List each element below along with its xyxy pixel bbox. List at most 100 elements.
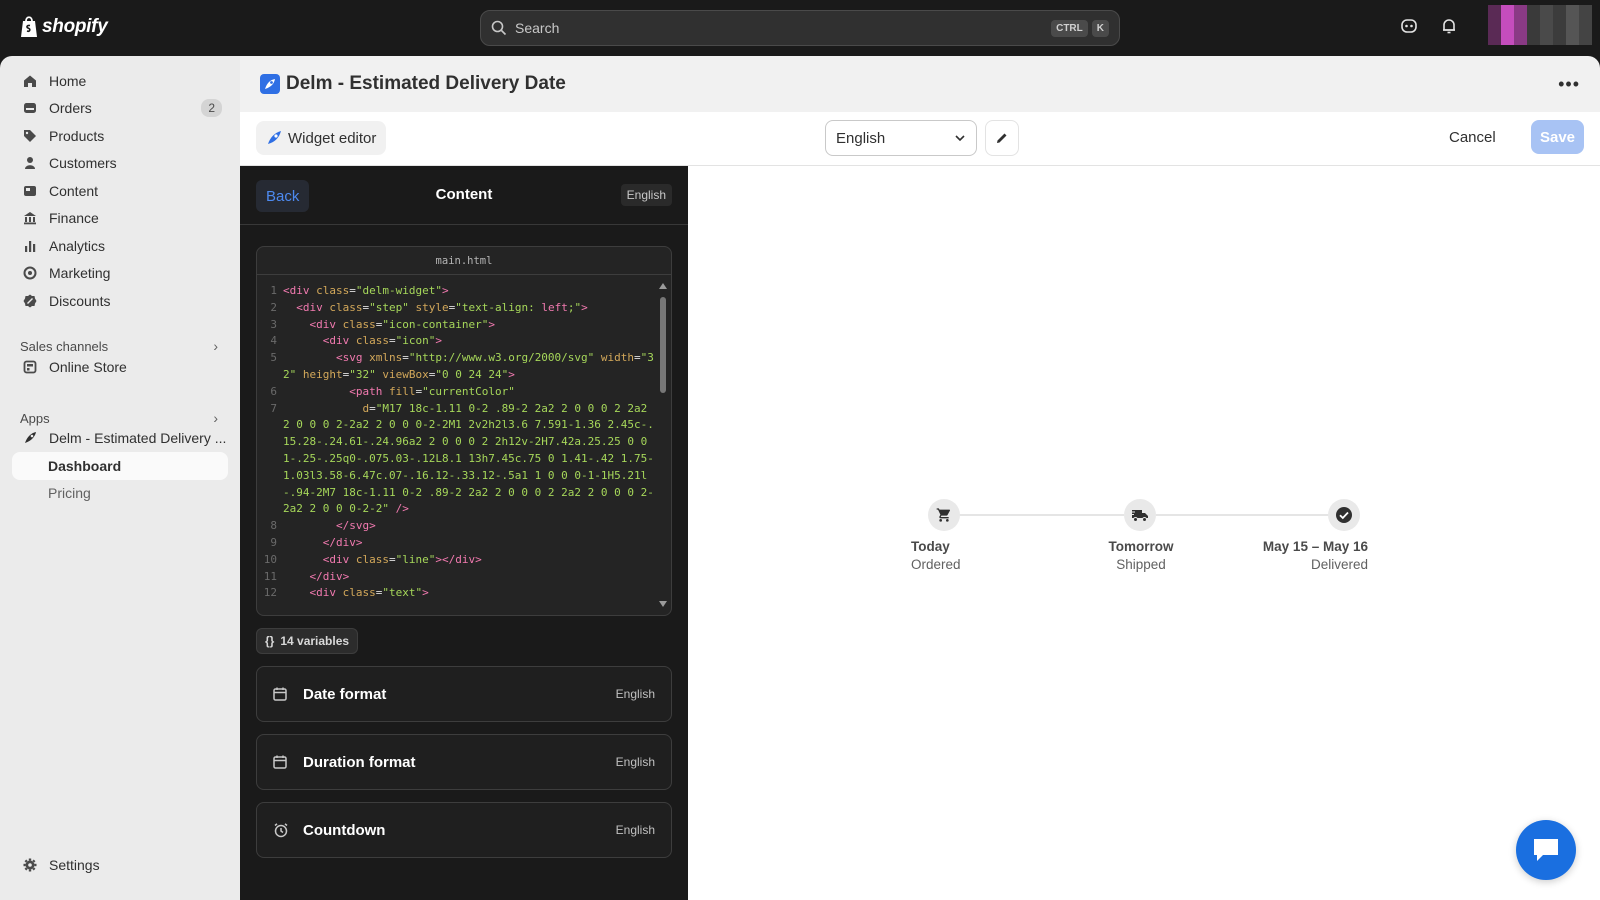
code-token: left	[541, 300, 568, 314]
card-label: Countdown	[303, 821, 386, 839]
search-bar[interactable]: Search CTRL K	[480, 10, 1120, 46]
sidebar: Home Orders 2 Products Customers Content…	[0, 56, 240, 900]
code-line[interactable]: 1 <div class="delm-widget">	[257, 283, 657, 300]
orders-icon	[22, 100, 38, 116]
check-circle-icon	[1328, 499, 1360, 531]
code-line[interactable]: 5 <svg xmlns="http://www.w3.org/2000/svg…	[257, 350, 657, 384]
code-token: class	[355, 552, 389, 566]
sidebar-item-home[interactable]: Home	[12, 67, 228, 95]
widget-editor-button[interactable]: Widget editor	[256, 121, 387, 155]
scroll-down-icon[interactable]	[659, 601, 667, 607]
shopify-bag-icon	[21, 16, 37, 37]
code-token: />	[395, 502, 409, 516]
sidebar-item-dashboard[interactable]: Dashboard	[12, 452, 228, 480]
card-language: English	[615, 755, 655, 769]
code-token: </div>	[309, 569, 350, 583]
code-token: >	[422, 586, 429, 600]
discount-icon	[22, 293, 38, 309]
sidebar-item-finance[interactable]: Finance	[12, 204, 228, 232]
scrollbar-thumb[interactable]	[660, 297, 666, 393]
code-line[interactable]: 6 <path fill="currentColor"	[257, 384, 657, 401]
code-token: class	[316, 284, 350, 297]
code-scrollbar[interactable]	[659, 283, 667, 607]
store-icon	[22, 359, 38, 375]
language-select[interactable]: English	[825, 120, 977, 156]
sidebar-item-orders[interactable]: Orders 2	[12, 94, 228, 122]
pencil-icon	[997, 133, 1007, 143]
code-token: >	[581, 300, 588, 314]
code-text: <div class="step" style="text-align: lef…	[283, 300, 588, 317]
sidekick-icon[interactable]	[1400, 17, 1418, 35]
page-title: Delm - Estimated Delivery Date	[286, 73, 566, 94]
code-line[interactable]: 4 <div class="icon">	[257, 333, 657, 350]
code-token: <div	[322, 552, 356, 566]
shopify-logo[interactable]: shopify	[19, 15, 108, 39]
code-line[interactable]: 3 <div class="icon-container">	[257, 317, 657, 334]
content-editor-panel: Back Content English main.html 1 <div cla…	[240, 166, 688, 900]
code-token: xmlns	[369, 351, 403, 365]
sidebar-item-delm-app[interactable]: Delm - Estimated Delivery ...	[12, 424, 228, 452]
date-format-card[interactable]: Date format English	[256, 666, 672, 722]
sidebar-item-content[interactable]: Content	[12, 177, 228, 205]
sidebar-item-pricing[interactable]: Pricing	[12, 479, 228, 507]
line-number: 4	[270, 334, 277, 348]
line-number: 6	[270, 384, 277, 398]
bell-icon[interactable]	[1440, 17, 1458, 35]
code-lines[interactable]: 1 <div class="delm-widget"> 2 <div class="…	[257, 283, 657, 602]
code-text: </div>	[283, 535, 363, 552]
code-line[interactable]: 2 <div class="step" style="text-align: l…	[257, 300, 657, 317]
sidebar-item-online-store[interactable]: Online Store	[12, 353, 228, 381]
scroll-up-icon[interactable]	[659, 283, 667, 289]
content-icon	[22, 183, 38, 199]
line-number: 3	[270, 317, 277, 331]
sidebar-item-label: Analytics	[49, 238, 106, 254]
code-text: </svg>	[283, 518, 376, 535]
code-line[interactable]: 10 <div class="line"></div>	[257, 552, 657, 569]
code-token: >	[508, 367, 515, 381]
duration-format-card[interactable]: Duration format English	[256, 734, 672, 790]
sidebar-item-discounts[interactable]: Discounts	[12, 287, 228, 315]
sales-channels-heading[interactable]: Sales channels	[20, 339, 108, 354]
code-token: </div>	[322, 535, 363, 549]
orders-count-badge: 2	[201, 99, 222, 117]
code-token: =	[369, 401, 376, 415]
store-avatar[interactable]	[1488, 5, 1592, 45]
edit-language-button[interactable]	[985, 120, 1019, 156]
code-editor[interactable]: main.html 1 <div class="delm-widget"> 2 <d…	[256, 246, 672, 616]
code-line[interactable]: 9 </div>	[257, 535, 657, 552]
sidebar-item-customers[interactable]: Customers	[12, 149, 228, 177]
code-line[interactable]: 11 </div>	[257, 569, 657, 586]
step-connector-line	[944, 514, 1124, 516]
chevron-right-icon[interactable]: ›	[213, 338, 218, 354]
code-line[interactable]: 8 </svg>	[257, 518, 657, 535]
sidebar-item-analytics[interactable]: Analytics	[12, 232, 228, 260]
person-icon	[22, 155, 38, 171]
code-token: <path	[349, 384, 389, 398]
code-token: "text"	[382, 586, 423, 600]
sidebar-item-settings[interactable]: Settings	[12, 851, 228, 879]
countdown-card[interactable]: Countdown English	[256, 802, 672, 858]
code-token: =	[349, 284, 356, 297]
code-token: ></div>	[435, 552, 482, 566]
brand-name: shopify	[42, 16, 108, 37]
editor-toolbar: Widget editor English Cancel Save	[240, 112, 1600, 166]
save-button[interactable]: Save	[1531, 120, 1584, 154]
code-token: "delm-widget"	[355, 284, 442, 297]
code-token: <div	[309, 317, 343, 331]
code-filename: main.html	[257, 247, 671, 275]
sidebar-item-products[interactable]: Products	[12, 122, 228, 150]
editor-header: Back Content English	[240, 166, 688, 225]
more-actions-icon[interactable]: •••	[1558, 74, 1580, 95]
code-line[interactable]: 12 <div class="text">	[257, 585, 657, 602]
code-token: class	[342, 317, 376, 331]
code-line[interactable]: 7 d="M17 18c-1.11 0-2 .89-2 2a2 2 0 0 0 …	[257, 401, 657, 519]
variables-button[interactable]: {} 14 variables	[256, 628, 359, 654]
sidebar-item-marketing[interactable]: Marketing	[12, 259, 228, 287]
chat-support-button[interactable]	[1516, 820, 1576, 880]
cancel-button[interactable]: Cancel	[1449, 129, 1496, 146]
